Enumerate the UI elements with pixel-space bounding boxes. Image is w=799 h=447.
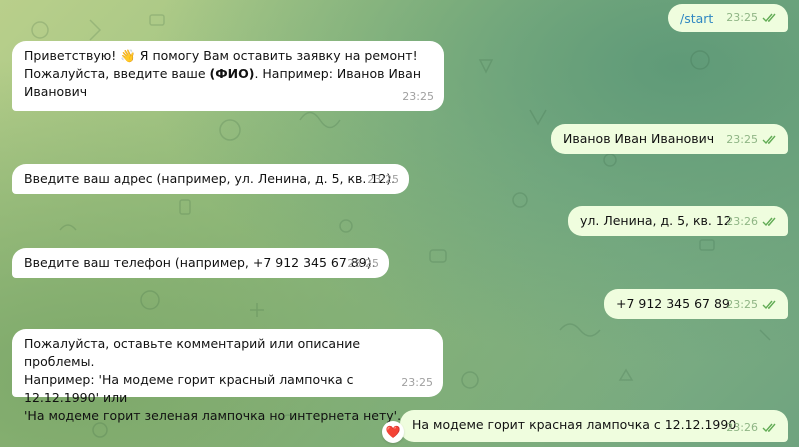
message-meta: 23:25 bbox=[726, 131, 778, 149]
message-time: 23:26 bbox=[726, 215, 758, 228]
heart-icon[interactable]: ❤️ bbox=[382, 421, 404, 443]
double-check-icon bbox=[762, 217, 776, 227]
message-text: Введите ваш адрес (например, ул. Ленина,… bbox=[24, 171, 396, 186]
message-meta: 23:26 bbox=[726, 213, 778, 231]
bot-command-link[interactable]: /start bbox=[680, 11, 713, 26]
message-time: 23:25 bbox=[726, 11, 758, 24]
message-time: 23:26 bbox=[726, 421, 758, 434]
message-outgoing-fio[interactable]: Иванов Иван Иванович 23:25 bbox=[551, 124, 788, 154]
message-time: 23:25 bbox=[402, 90, 434, 103]
message-text: Иванов Иван Иванович bbox=[563, 131, 715, 146]
message-text: Приветствую! 👋 Я помогу Вам оставить зая… bbox=[24, 48, 422, 99]
message-time: 23:25 bbox=[726, 133, 758, 146]
message-time: 23:25 bbox=[347, 257, 379, 270]
message-text: ул. Ленина, д. 5, кв. 12 bbox=[580, 213, 732, 228]
message-meta: 23:25 bbox=[726, 296, 778, 314]
message-time: 23:25 bbox=[726, 298, 758, 311]
message-incoming-phone-prompt[interactable]: Введите ваш телефон (например, +7 912 34… bbox=[12, 248, 389, 278]
message-meta: 23:25 bbox=[401, 374, 433, 392]
message-meta: 23:25 bbox=[347, 255, 379, 273]
message-outgoing-comment[interactable]: На модеме горит красная лампочка с 12.12… bbox=[400, 410, 788, 442]
double-check-icon bbox=[762, 300, 776, 310]
message-outgoing-address[interactable]: ул. Ленина, д. 5, кв. 12 23:26 bbox=[568, 206, 788, 236]
message-outgoing-start[interactable]: /start 23:25 bbox=[668, 4, 788, 32]
message-meta: 23:25 bbox=[367, 171, 399, 189]
double-check-icon bbox=[762, 423, 776, 433]
message-text: Пожалуйста, оставьте комментарий или опи… bbox=[24, 336, 402, 423]
message-time: 23:25 bbox=[367, 173, 399, 186]
message-incoming-address-prompt[interactable]: Введите ваш адрес (например, ул. Ленина,… bbox=[12, 164, 409, 194]
double-check-icon bbox=[762, 13, 776, 23]
message-outgoing-phone[interactable]: +7 912 345 67 89 23:25 bbox=[604, 289, 788, 319]
message-text: +7 912 345 67 89 bbox=[616, 296, 730, 311]
message-meta: 23:25 bbox=[402, 88, 434, 106]
message-text: На модеме горит красная лампочка с 12.12… bbox=[412, 417, 737, 432]
waving-hand-emoji: 👋 bbox=[120, 48, 136, 63]
reaction-emoji: ❤️ bbox=[385, 425, 401, 439]
double-check-icon bbox=[762, 135, 776, 145]
message-time: 23:25 bbox=[401, 376, 433, 389]
message-text: Введите ваш телефон (например, +7 912 34… bbox=[24, 255, 376, 270]
message-meta: 23:26 bbox=[726, 419, 778, 437]
message-meta: 23:25 bbox=[726, 9, 778, 27]
message-incoming-greeting[interactable]: Приветствую! 👋 Я помогу Вам оставить зая… bbox=[12, 41, 444, 111]
message-incoming-comment-prompt[interactable]: Пожалуйста, оставьте комментарий или опи… bbox=[12, 329, 443, 423]
